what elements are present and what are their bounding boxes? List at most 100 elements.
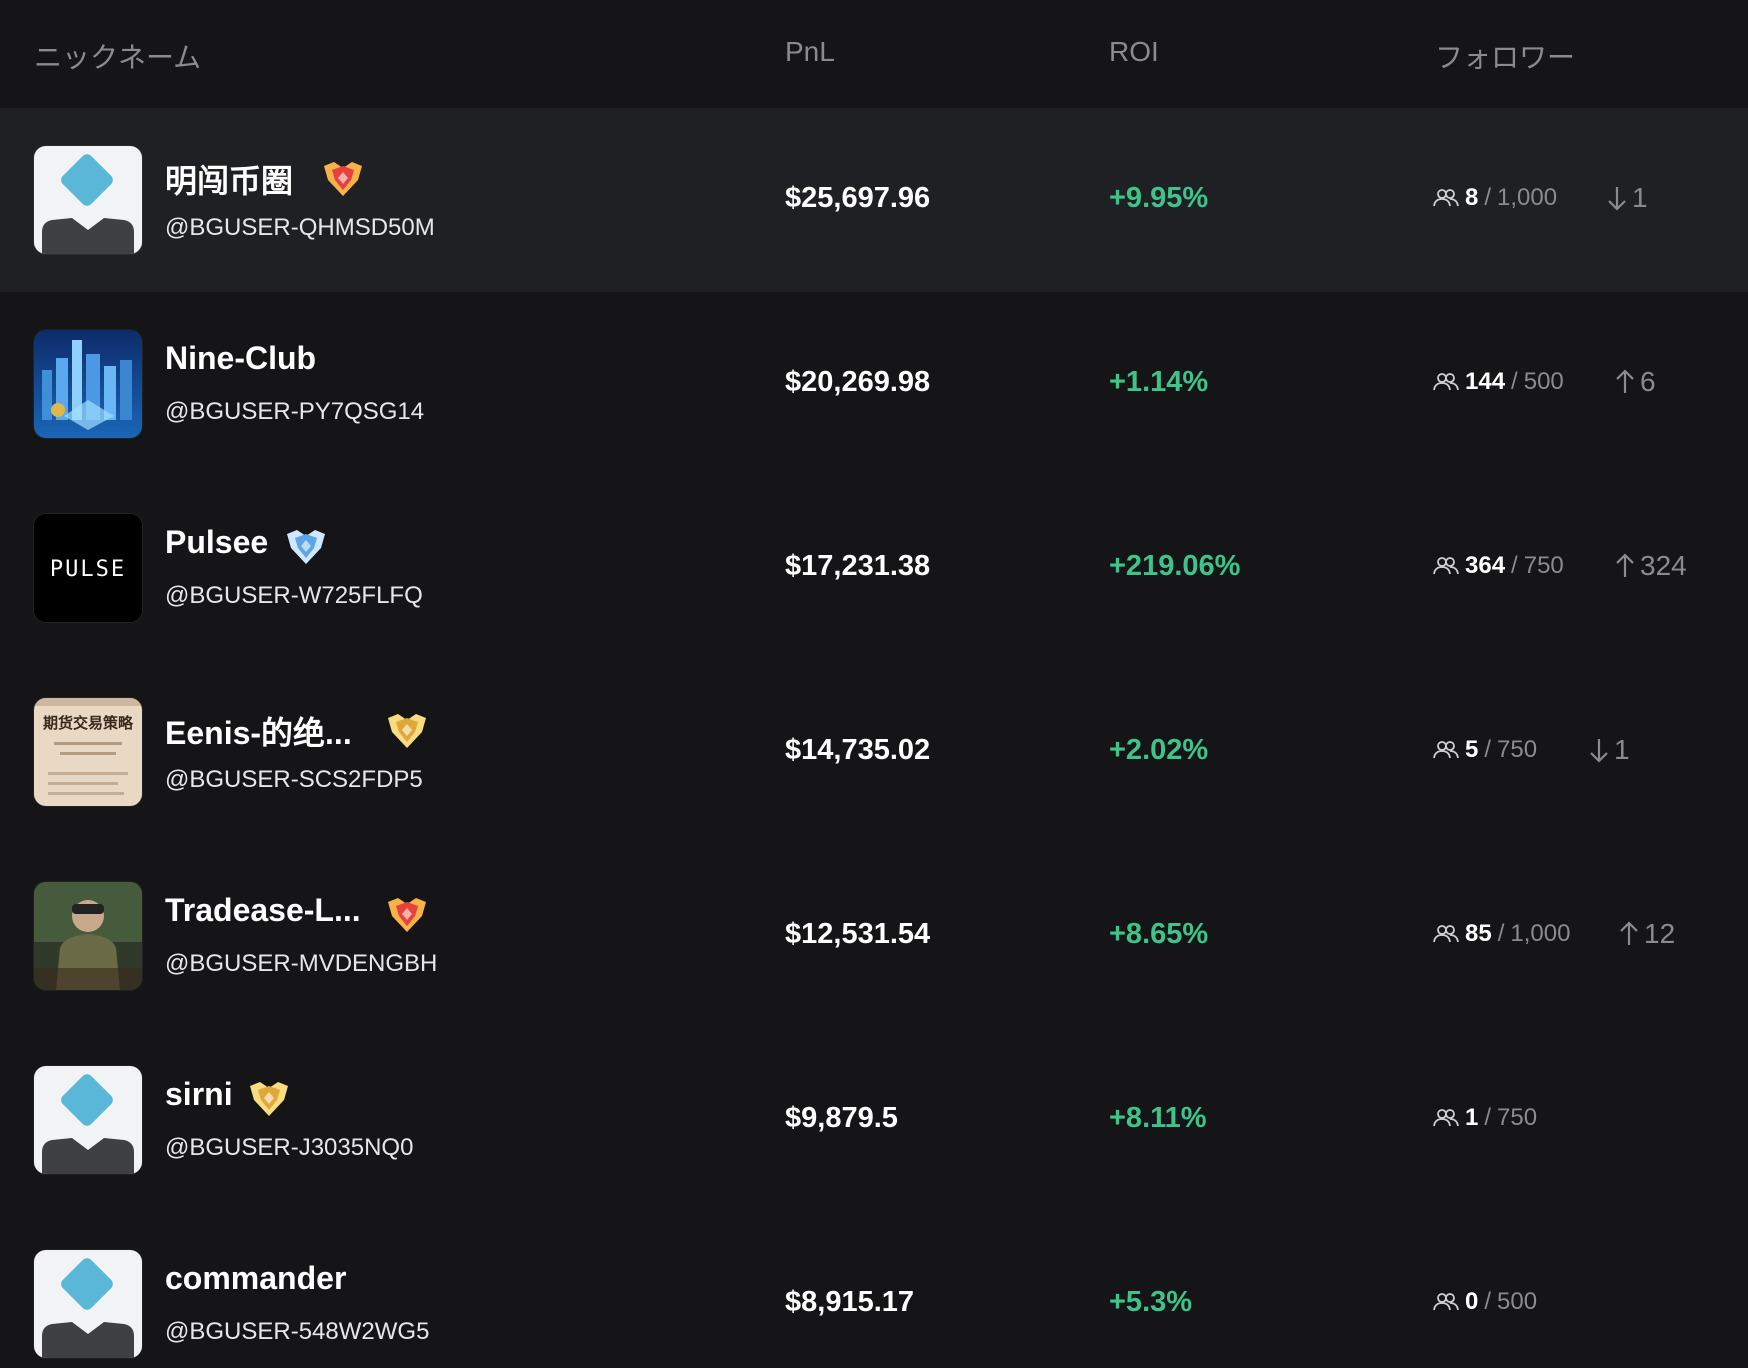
followers-cell: 364/750: [1433, 552, 1564, 580]
default-avatar-icon[interactable]: [34, 146, 142, 254]
copy-trader-table: ニックネーム PnL ROI フォロワー 明闯币圈 @BGUSER-QHMSD5…: [0, 0, 1748, 1368]
person-photo-avatar[interactable]: [34, 882, 142, 990]
follower-capacity: 750: [1497, 736, 1538, 763]
trader-handle: @BGUSER-548W2WG5: [165, 1318, 430, 1345]
trader-name[interactable]: 明闯币圈: [165, 156, 293, 202]
trader-handle: @BGUSER-J3035NQ0: [165, 1134, 414, 1161]
follower-change-value: 1: [1632, 182, 1648, 213]
follower-separator: /: [1511, 368, 1518, 395]
city-photo-avatar[interactable]: [34, 330, 142, 438]
people-icon: [1433, 740, 1459, 760]
pnl-value: $25,697.96: [785, 182, 931, 214]
follower-separator: /: [1484, 736, 1492, 763]
followers-cell: 0/500: [1433, 1288, 1537, 1316]
followers-cell: 144/500: [1433, 368, 1564, 396]
follower-capacity: 500: [1523, 368, 1564, 395]
people-icon: [1433, 188, 1459, 208]
table-header: ニックネーム PnL ROI フォロワー: [0, 0, 1748, 108]
pnl-value: $14,735.02: [785, 734, 931, 766]
red-gem-badge-icon: [320, 160, 366, 198]
follower-change-value: 6: [1640, 366, 1656, 397]
trader-handle: @BGUSER-QHMSD50M: [165, 214, 435, 241]
followers-cell: 8/1,000: [1433, 184, 1557, 212]
roi-value: +2.02%: [1109, 734, 1209, 766]
book-cover-avatar[interactable]: 期货交易策略: [34, 698, 142, 806]
trader-name[interactable]: Nine-Club: [165, 340, 316, 377]
follower-count: 5: [1465, 736, 1479, 763]
people-icon: [1433, 556, 1459, 576]
trader-handle: @BGUSER-SCS2FDP5: [165, 766, 423, 793]
avatar-text: 期货交易策略: [43, 714, 134, 732]
header-pnl[interactable]: PnL: [785, 36, 835, 68]
follower-count: 1: [1465, 1104, 1479, 1131]
follower-change: 6: [1614, 366, 1656, 398]
pnl-value: $12,531.54: [785, 918, 931, 950]
table-body: 明闯币圈 @BGUSER-QHMSD50M $25,697.96 +9.95% 8/…: [0, 108, 1748, 1368]
trader-handle: @BGUSER-PY7QSG14: [165, 398, 425, 425]
table-row[interactable]: commander @BGUSER-548W2WG5 $8,915.17 +5.3% …: [0, 1212, 1748, 1368]
trader-handle: @BGUSER-W725FLFQ: [165, 582, 423, 609]
follower-change: 12: [1618, 918, 1675, 950]
pnl-value: $17,231.38: [785, 550, 931, 582]
gold-badge-icon: [246, 1080, 292, 1118]
followers-cell: 1/750: [1433, 1104, 1537, 1132]
roi-value: +8.65%: [1109, 918, 1209, 950]
table-row[interactable]: PULSE Pulsee @BGUSER-W725FLFQ $17,231.38 +2…: [0, 476, 1748, 660]
follower-count: 85: [1465, 920, 1492, 947]
table-row[interactable]: Tradease-L... @BGUSER-MVDENGBH $12,531.54…: [0, 844, 1748, 1028]
follower-change: 1: [1606, 182, 1648, 214]
trader-name[interactable]: commander: [165, 1260, 346, 1297]
roi-value: +219.06%: [1109, 550, 1241, 582]
follower-change-value: 12: [1644, 918, 1676, 949]
followers-cell: 5/750: [1433, 736, 1537, 764]
follower-separator: /: [1484, 1104, 1492, 1131]
table-row[interactable]: Nine-Club @BGUSER-PY7QSG14 $20,269.98 +1.14…: [0, 292, 1748, 476]
pnl-value: $20,269.98: [785, 366, 931, 398]
follower-change-value: 324: [1640, 550, 1687, 581]
followers-cell: 85/1,000: [1433, 920, 1570, 948]
follower-change: 324: [1614, 550, 1687, 582]
trader-name[interactable]: sirni: [165, 1076, 233, 1113]
follower-separator: /: [1497, 920, 1505, 947]
blue-diamond-badge-icon: [283, 528, 329, 566]
follower-count: 0: [1465, 1288, 1479, 1315]
people-icon: [1433, 372, 1459, 392]
follower-count: 8: [1465, 184, 1479, 211]
arrow-up-icon: [1614, 552, 1636, 580]
pnl-value: $8,915.17: [785, 1286, 915, 1318]
follower-capacity: 1,000: [1510, 920, 1571, 947]
roi-value: +5.3%: [1109, 1286, 1193, 1318]
gold-badge-icon: [384, 712, 430, 750]
header-roi[interactable]: ROI: [1109, 36, 1159, 68]
table-row[interactable]: 明闯币圈 @BGUSER-QHMSD50M $25,697.96 +9.95% 8/…: [0, 108, 1748, 292]
arrow-down-icon: [1606, 184, 1628, 212]
follower-count: 144: [1465, 368, 1506, 395]
trader-name[interactable]: Eenis-的绝...: [165, 708, 352, 754]
trader-handle: @BGUSER-MVDENGBH: [165, 950, 438, 977]
header-nickname[interactable]: ニックネーム: [34, 36, 201, 76]
follower-capacity: 750: [1497, 1104, 1538, 1131]
people-icon: [1433, 924, 1459, 944]
avatar-text: PULSE: [50, 557, 126, 582]
follower-change: 1: [1588, 734, 1630, 766]
arrow-up-icon: [1614, 368, 1636, 396]
pnl-value: $9,879.5: [785, 1102, 898, 1134]
trader-name[interactable]: Pulsee: [165, 524, 268, 561]
follower-capacity: 500: [1497, 1288, 1538, 1315]
red-gem-badge-icon: [384, 896, 430, 934]
arrow-down-icon: [1588, 736, 1610, 764]
arrow-up-icon: [1618, 920, 1640, 948]
header-followers[interactable]: フォロワー: [1435, 36, 1575, 76]
trader-name[interactable]: Tradease-L...: [165, 892, 361, 929]
default-avatar-icon[interactable]: [34, 1066, 142, 1174]
people-icon: [1433, 1292, 1459, 1312]
follower-separator: /: [1511, 552, 1518, 579]
roi-value: +1.14%: [1109, 366, 1209, 398]
table-row[interactable]: sirni @BGUSER-J3035NQ0 $9,879.5 +8.11% 1/7…: [0, 1028, 1748, 1212]
pulse-logo-avatar[interactable]: PULSE: [34, 514, 142, 622]
follower-separator: /: [1484, 184, 1492, 211]
follower-capacity: 1,000: [1497, 184, 1558, 211]
follower-capacity: 750: [1523, 552, 1564, 579]
table-row[interactable]: 期货交易策略 Eenis-的绝... @BGUSER-SCS2FDP5 $14,7…: [0, 660, 1748, 844]
default-avatar-icon[interactable]: [34, 1250, 142, 1358]
